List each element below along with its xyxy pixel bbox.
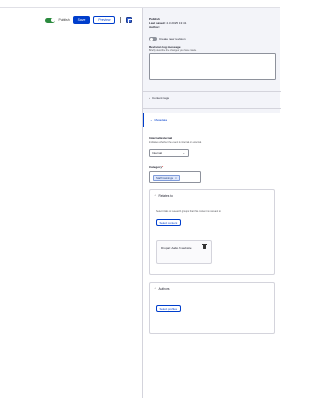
revision-log-textarea[interactable] — [149, 53, 276, 80]
save-button[interactable]: Save — [72, 16, 91, 24]
metadata-body: Internal/external Indicates whether the … — [143, 127, 281, 398]
settings-sidebar: Publish Last saved: 4.3.2025 13:41 Autho… — [142, 8, 281, 398]
relates-to-card: ⌃ Relates to Select trials or research g… — [149, 189, 275, 275]
top-bar — [0, 0, 280, 8]
metadata-section-header[interactable]: ⌄ Metadata — [143, 113, 281, 127]
chevron-up-icon: ⌃ — [154, 287, 157, 291]
sidebar-toggle-icon[interactable] — [126, 17, 133, 24]
preview-button[interactable]: Preview — [93, 16, 116, 24]
publish-meta: Publish Last saved: 4.3.2025 13:41 Autho… — [149, 17, 186, 30]
referenced-entity: Drupal: Aalto.fi website — [156, 240, 212, 264]
authors-card: ⌃ Authors Select profiles — [149, 282, 275, 334]
chevron-right-icon: › — [149, 96, 150, 100]
authors-title: Authors — [158, 287, 170, 291]
tag-remove-icon[interactable]: × — [175, 176, 177, 180]
last-saved-value: 4.3.2025 13:41 — [166, 21, 187, 26]
content-tags-label: Content tags — [152, 96, 170, 100]
trash-icon[interactable] — [202, 244, 207, 249]
relates-to-description: Select trials or research groups that th… — [156, 210, 221, 213]
select-profiles-button[interactable]: Select profiles — [156, 305, 181, 312]
relates-to-header[interactable]: ⌃ Relates to — [154, 194, 173, 198]
referenced-entity-title: Drupal: Aalto.fi website — [161, 246, 192, 250]
category-tag-label: Staff trainings — [156, 175, 174, 180]
category-tag: Staff trainings × — [153, 174, 180, 181]
publish-toggle-label: Publish — [58, 18, 70, 22]
internal-external-description: Indicates whether the event is internal … — [149, 141, 202, 144]
caret-down-icon: ⌄ — [182, 151, 185, 155]
create-revision-label: Create new revision — [159, 37, 186, 41]
divider — [143, 108, 281, 109]
divider — [143, 91, 281, 92]
category-label: Category* — [149, 165, 164, 169]
authors-header[interactable]: ⌃ Authors — [154, 287, 170, 291]
content-tags-section[interactable]: › Content tags — [149, 96, 169, 100]
toolbar-divider — [120, 17, 121, 23]
chevron-up-icon: ⌃ — [154, 194, 157, 198]
metadata-label: Metadata — [154, 118, 168, 122]
internal-external-value: Internal — [152, 151, 163, 155]
internal-external-select[interactable]: Internal ⌄ — [149, 149, 189, 157]
author-label: Author: — [149, 25, 160, 30]
select-content-button[interactable]: Select content — [156, 219, 181, 226]
editor-toolbar: Publish Save Preview — [0, 11, 142, 29]
publish-toggle[interactable] — [45, 17, 56, 23]
revision-log-description: Briefly describe the changes you have ma… — [149, 49, 197, 52]
internal-external-label: Internal/external — [149, 136, 173, 140]
category-field[interactable]: Staff trainings × — [149, 171, 201, 183]
create-revision-toggle[interactable] — [149, 37, 157, 41]
chevron-down-icon: ⌄ — [150, 118, 153, 122]
create-revision-row: Create new revision — [149, 37, 186, 41]
relates-to-title: Relates to — [158, 194, 173, 198]
